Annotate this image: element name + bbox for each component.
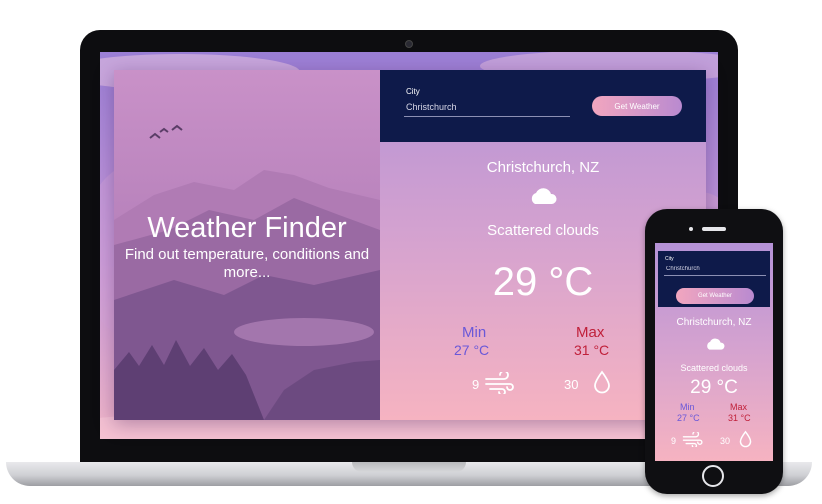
max-temp-label: Max — [576, 324, 605, 341]
weather-app-card: Weather Finder Find out temperature, con… — [114, 70, 706, 420]
hero-subtitle: Find out temperature, conditions and mor… — [124, 246, 370, 281]
mobile-min-temp-value: 27 °C — [677, 413, 700, 423]
search-bar: City Get Weather — [380, 70, 706, 142]
mobile-max-temp-value: 31 °C — [728, 413, 751, 423]
location-name: Christchurch, NZ — [486, 159, 600, 176]
max-temp-value: 31 °C — [574, 342, 610, 358]
hero-title: Weather Finder — [147, 212, 347, 244]
mobile-city-input[interactable] — [664, 263, 766, 276]
mobile-min-temp-label: Min — [680, 402, 695, 412]
min-temp-value: 27 °C — [454, 342, 490, 358]
wind-speed-value: 9 — [472, 377, 480, 392]
water-drop-icon — [594, 370, 610, 394]
mobile-humidity-value: 30 — [720, 436, 731, 446]
min-temp-label: Min — [462, 324, 487, 341]
mobile-wind-icon — [682, 432, 703, 447]
mobile-get-weather-button[interactable]: Get Weather — [676, 288, 754, 304]
city-label: City — [406, 87, 420, 96]
cloud-icon — [531, 188, 557, 204]
phone-speaker — [702, 227, 726, 231]
phone-screen: City Get Weather Christchurch, NZ Scatte… — [655, 243, 773, 461]
city-input[interactable] — [404, 98, 570, 117]
phone-home-button — [702, 465, 724, 487]
laptop-opening-notch — [352, 462, 466, 472]
wind-icon — [485, 372, 514, 394]
mobile-temperature: 29 °C — [690, 377, 738, 398]
mobile-cloud-icon — [707, 338, 725, 350]
mobile-wind-speed-value: 9 — [671, 436, 677, 446]
laptop-camera — [405, 40, 413, 48]
humidity-value: 30 — [564, 377, 579, 392]
mountain-landscape-illustration — [114, 124, 380, 420]
mobile-location-name: Christchurch, NZ — [676, 317, 752, 328]
mobile-weather-condition: Scattered clouds — [680, 363, 748, 373]
phone-camera — [689, 227, 693, 231]
mobile-city-label: City — [665, 256, 674, 262]
get-weather-button[interactable]: Get Weather — [592, 96, 682, 116]
mobile-water-drop-icon — [739, 430, 752, 448]
hero-panel: Weather Finder Find out temperature, con… — [114, 70, 380, 420]
mobile-max-temp-label: Max — [730, 402, 748, 412]
mobile-search-bar: City Get Weather — [658, 251, 770, 307]
